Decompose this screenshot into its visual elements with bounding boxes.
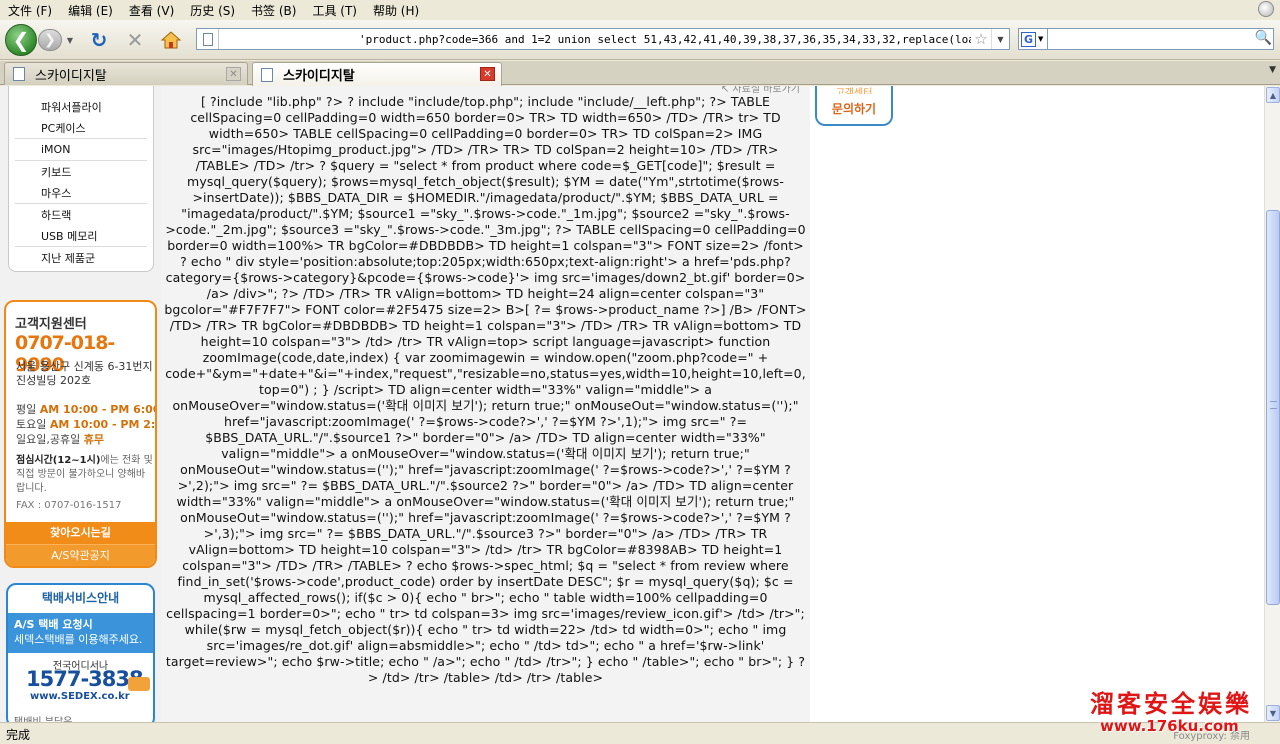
tab-label: 스카이디지탈 <box>35 68 107 84</box>
inquiry-button[interactable]: 고객센터 문의하기 <box>815 86 893 126</box>
delivery-band-line1: A/S 택배 요청시 <box>14 618 93 631</box>
weekday-hours: AM 10:00 - PM 6:00 <box>39 403 157 416</box>
stop-button[interactable]: ✕ <box>124 28 146 52</box>
category-item[interactable]: iMON <box>9 139 153 160</box>
search-input[interactable] <box>1048 28 1274 50</box>
engine-dropdown-icon: ▼ <box>1038 35 1044 43</box>
stop-icon: ✕ <box>126 28 144 52</box>
bookmark-star-icon[interactable]: ☆ <box>971 30 991 48</box>
category-item[interactable]: USB 메모리 <box>9 225 153 246</box>
document-icon <box>13 67 25 81</box>
reload-icon: ↻ <box>90 28 108 52</box>
history-dropdown-icon[interactable]: ▼ <box>64 29 76 51</box>
watermark-url: www.176ku.com <box>1100 717 1239 735</box>
document-icon <box>261 67 273 82</box>
status-text: 完成 <box>6 728 31 742</box>
page-viewport: 파워서플라이 PC케이스 iMON 키보드 마우스 하드랙 USB 메모리 지난… <box>0 86 1264 722</box>
category-item[interactable]: 마우스 <box>9 182 153 203</box>
search-engine-selector[interactable]: G ▼ <box>1018 28 1048 50</box>
holiday-label: 일요일,공휴일 <box>16 433 81 446</box>
reload-button[interactable]: ↻ <box>88 28 110 52</box>
back-button[interactable]: ❮ <box>5 24 37 56</box>
weekday-label: 평일 <box>16 403 37 416</box>
cs-fax: FAX : 0707-016-1517 <box>16 500 122 511</box>
delivery-title: 택배서비스안내 <box>41 591 120 605</box>
menu-view[interactable]: 查看 (V) <box>121 2 182 19</box>
delivery-band: A/S 택배 요청시 세덱스택배를 이용해주세요. <box>8 613 153 653</box>
cs-title: 고객지원센터 <box>15 317 87 332</box>
tab-bar: 스카이디지탈 ✕ 스카이디지탈 ✕ ▼ <box>0 61 1280 86</box>
source-code-text: [ ?include "lib.php" ?> ? include "inclu… <box>164 94 807 685</box>
category-item[interactable]: PC케이스 <box>9 117 153 138</box>
leaked-source-panel: ↖ 자료실 바로가기 [ ?include "lib.php" ?> ? inc… <box>161 86 810 722</box>
scrollbar-thumb[interactable] <box>1266 210 1280 605</box>
menu-edit[interactable]: 编辑 (E) <box>60 2 121 19</box>
vertical-scrollbar[interactable]: ▲ ▼ <box>1264 86 1280 722</box>
lunch-note: 점심시간(12~1시)에는 전화 및 직접 방문이 불가하오니 양해바랍니다. <box>16 454 154 496</box>
forward-button[interactable]: ❯ <box>38 29 62 51</box>
delivery-website[interactable]: www.SEDEX.co.kr <box>30 691 130 702</box>
watermark-title: 溜客安全娱樂 <box>1090 690 1252 718</box>
menu-tools[interactable]: 工具 (T) <box>304 2 365 19</box>
category-item[interactable]: 키보드 <box>9 161 153 182</box>
search-icon[interactable]: 🔍 <box>1255 30 1272 46</box>
left-sidebar: 파워서플라이 PC케이스 iMON 키보드 마우스 하드랙 USB 메모리 지난… <box>0 86 162 722</box>
tab-active[interactable]: 스카이디지탈 ✕ <box>252 62 502 86</box>
cs-hours: 평일 AM 10:00 - PM 6:00 토요일 AM 10:00 - PM … <box>16 402 157 447</box>
directions-button[interactable]: 찾아오시는길 <box>6 522 155 544</box>
tab-inactive[interactable]: 스카이디지탈 ✕ <box>4 62 248 85</box>
as-notice-button[interactable]: A/S약관공지 <box>6 544 155 566</box>
home-button[interactable] <box>160 29 182 51</box>
home-icon <box>161 31 181 49</box>
status-bar: 完成 Foxyproxy: 禁用 <box>0 722 1280 744</box>
customer-support-box: 고객지원센터 0707-018-9090 서울 용산구 신계동 6-31번지 진… <box>4 300 157 568</box>
scroll-up-icon[interactable]: ▲ <box>1266 87 1280 103</box>
url-dropdown-icon[interactable]: ▼ <box>991 29 1009 49</box>
close-tab-icon[interactable]: ✕ <box>480 67 495 81</box>
delivery-footer: 택배비 부담은 <box>14 713 72 722</box>
category-item[interactable]: 지난 제품군 <box>9 247 153 268</box>
lunch-bold: 점심시간(12~1시) <box>16 455 101 466</box>
delivery-phone: 1577-3838 <box>26 667 144 691</box>
category-item[interactable]: 하드랙 <box>9 204 153 225</box>
cs-address: 서울 용산구 신계동 6-31번지 진성빌딩 202호 <box>16 360 153 387</box>
menu-help[interactable]: 帮助 (H) <box>365 2 427 19</box>
forward-arrow-icon: ❯ <box>44 32 56 48</box>
inquiry-label: 문의하기 <box>831 102 877 116</box>
page-icon <box>197 29 219 49</box>
category-menu: 파워서플라이 PC케이스 iMON 키보드 마우스 하드랙 USB 메모리 지난… <box>8 86 154 272</box>
url-bar[interactable]: 'product.php?code=366 and 1=2 union sele… <box>196 28 1010 50</box>
truck-icon <box>128 677 150 691</box>
menu-file[interactable]: 文件 (F) <box>0 2 60 19</box>
menu-bar: 文件 (F) 编辑 (E) 查看 (V) 历史 (S) 书签 (B) 工具 (T… <box>0 0 1280 20</box>
delivery-service-box: 택배서비스안내 A/S 택배 요청시 세덱스택배를 이용해주세요. 전국어디서나… <box>6 583 155 722</box>
category-item[interactable]: 파워서플라이 <box>9 96 153 117</box>
tab-list-icon[interactable]: ▼ <box>1269 65 1276 75</box>
menu-bookmarks[interactable]: 书签 (B) <box>243 2 304 19</box>
url-input[interactable]: 'product.php?code=366 and 1=2 union sele… <box>219 33 971 46</box>
grip-icon <box>1270 401 1277 409</box>
tab-label: 스카이디지탈 <box>283 69 355 84</box>
menu-history[interactable]: 历史 (S) <box>182 2 243 19</box>
navigation-toolbar: ❮ ❯ ▼ ↻ ✕ 'product.php?code=366 and 1=2 … <box>0 20 1280 60</box>
close-tab-icon[interactable]: ✕ <box>226 67 241 81</box>
throbber-icon <box>1258 1 1274 17</box>
back-arrow-icon: ❮ <box>12 28 30 52</box>
delivery-band-line2: 세덱스택배를 이용해주세요. <box>14 633 143 646</box>
holiday-value: 휴무 <box>83 433 104 446</box>
inquiry-top: 고객센터 <box>835 88 873 94</box>
google-icon: G <box>1021 31 1036 47</box>
saturday-hours: AM 10:00 - PM 2:00 <box>49 418 156 431</box>
saturday-label: 토요일 <box>16 418 47 431</box>
watermark: 溜客安全娱樂 www.176ku.com <box>1090 684 1280 744</box>
